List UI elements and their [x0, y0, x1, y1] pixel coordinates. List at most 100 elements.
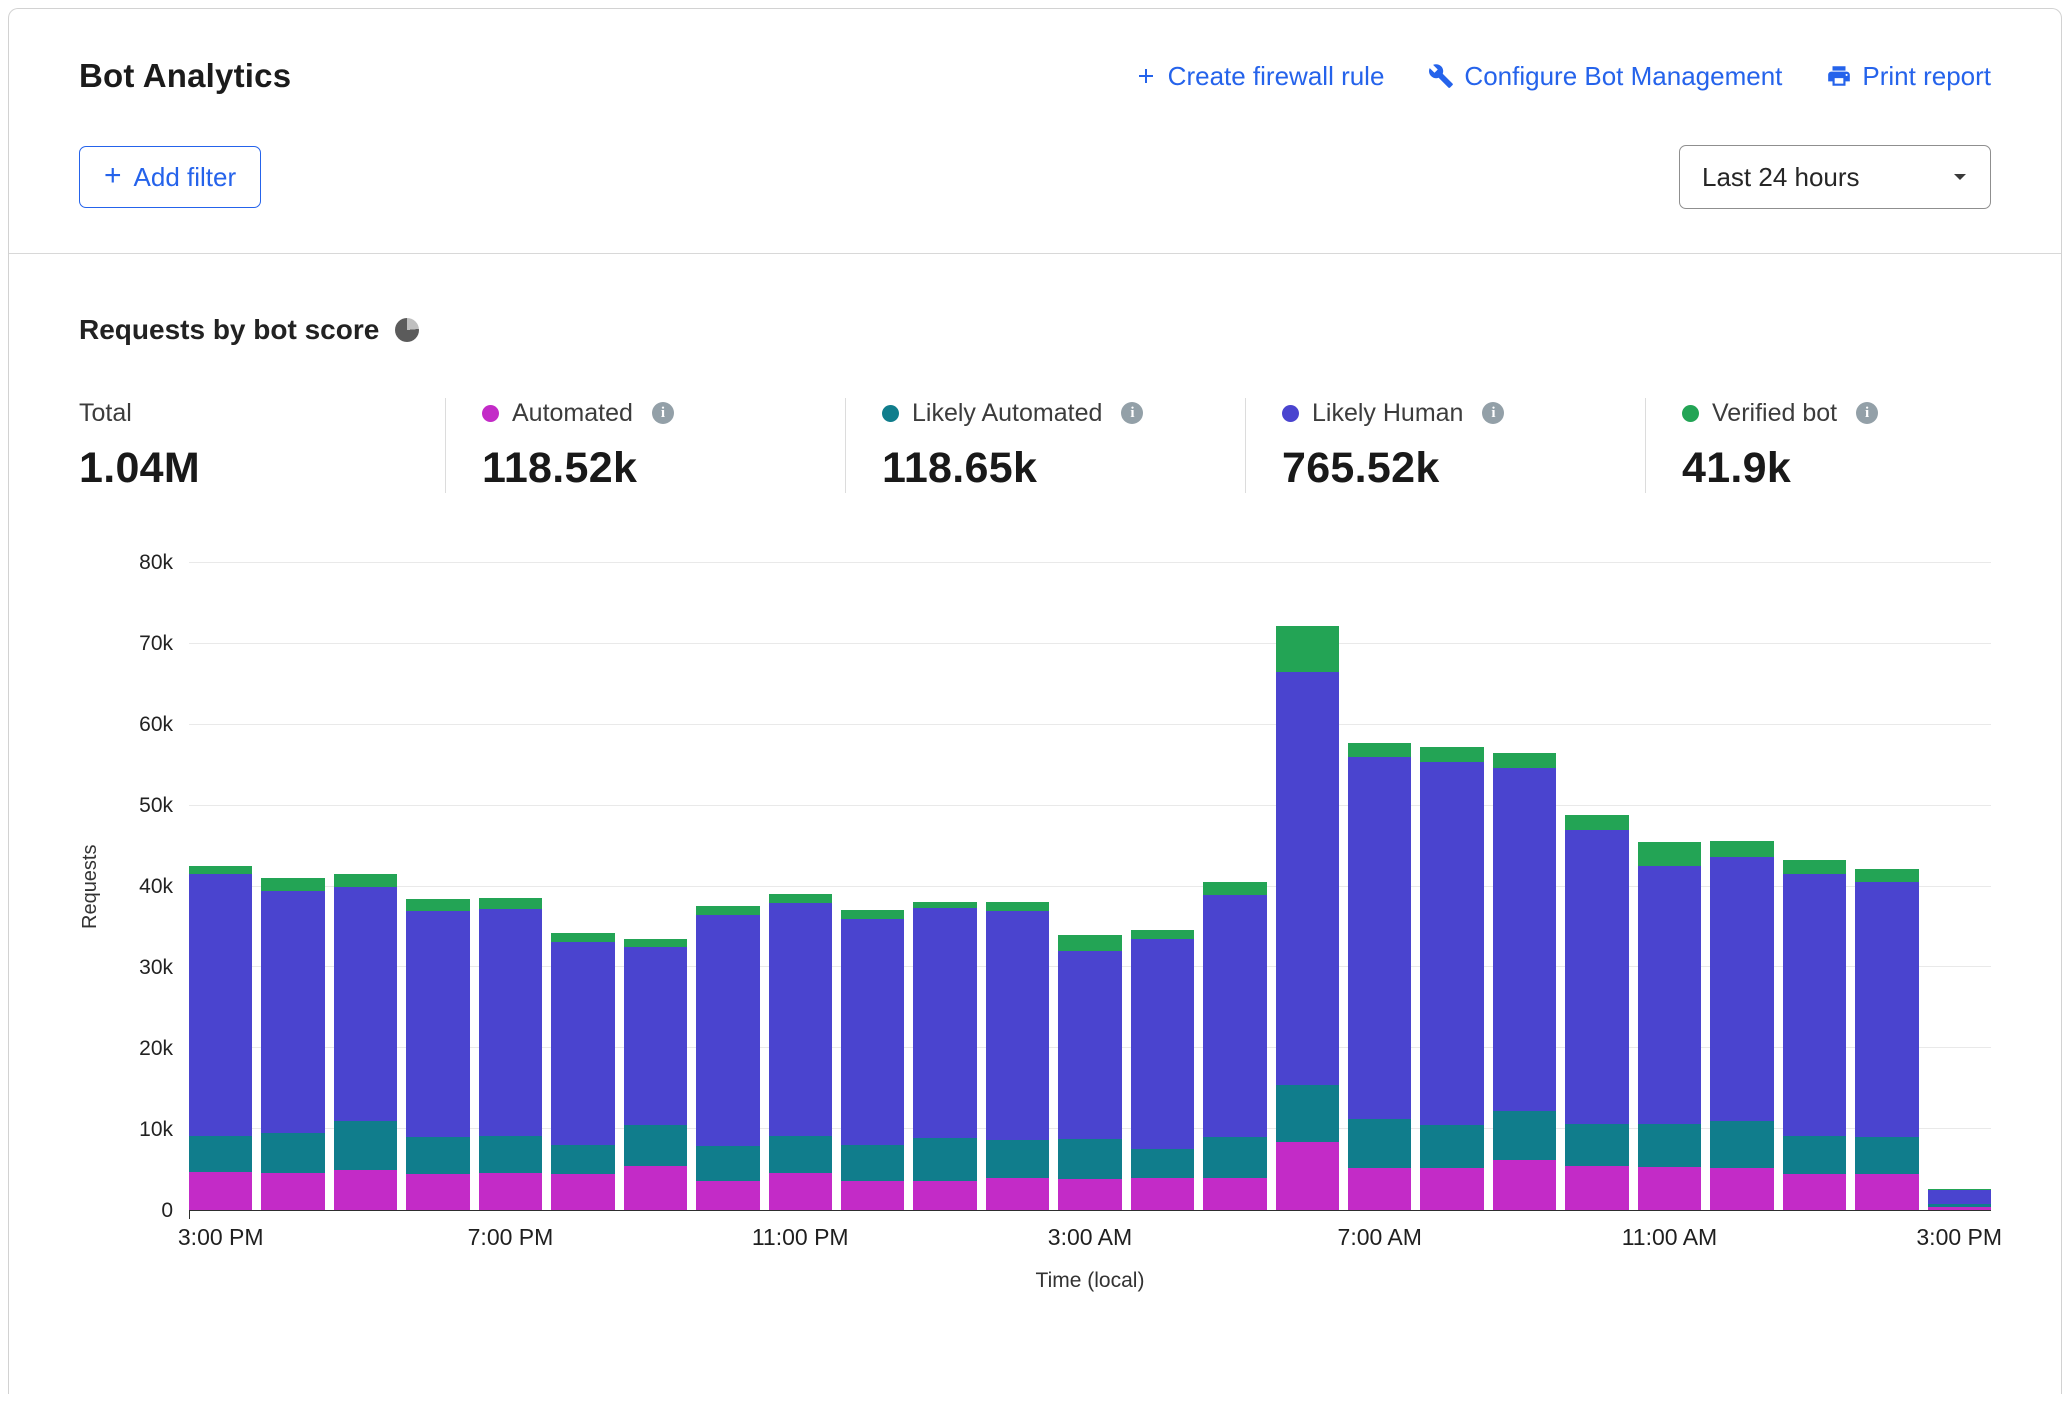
stat-label: Total: [79, 399, 132, 428]
stacked-bar[interactable]: [913, 563, 976, 1210]
bar-segment-likely-automated: [406, 1137, 469, 1174]
x-tick-label: 3:00 AM: [1048, 1224, 1132, 1251]
bar-segment-automated: [1348, 1168, 1411, 1210]
stacked-bar[interactable]: 7:00 PM: [479, 563, 542, 1210]
bar-segment-likely-automated: [1855, 1137, 1918, 1173]
bar-segment-likely-human: [1203, 895, 1266, 1138]
stat-value: 41.9k: [1682, 444, 2025, 493]
bot-analytics-page: Bot Analytics Create firewall rule Confi…: [8, 8, 2062, 1394]
stacked-bar[interactable]: [624, 563, 687, 1210]
bar-segment-likely-automated: [334, 1121, 397, 1170]
stacked-bar[interactable]: [1783, 563, 1846, 1210]
stacked-bar[interactable]: [1203, 563, 1266, 1210]
stat-automated: Automated i 118.52k: [445, 398, 845, 493]
bar-segment-verified-bot: [261, 878, 324, 890]
bar-segment-automated: [1928, 1207, 1991, 1210]
bar-segment-automated: [1276, 1142, 1339, 1210]
bar-segment-likely-automated: [1710, 1121, 1773, 1168]
bar-segment-verified-bot: [1638, 842, 1701, 866]
stacked-bar[interactable]: [1131, 563, 1194, 1210]
bar-segment-likely-human: [1058, 951, 1121, 1139]
bar-segment-likely-automated: [1058, 1139, 1121, 1179]
section-header: Requests by bot score: [79, 314, 1991, 346]
stacked-bar[interactable]: [1420, 563, 1483, 1210]
bar-segment-automated: [1710, 1168, 1773, 1210]
bar-segment-likely-human: [1710, 857, 1773, 1121]
stacked-bar[interactable]: [406, 563, 469, 1210]
bar-segment-likely-human: [913, 908, 976, 1138]
print-report-link[interactable]: Print report: [1826, 61, 1991, 92]
create-firewall-rule-link[interactable]: Create firewall rule: [1134, 61, 1385, 92]
stacked-bar[interactable]: [261, 563, 324, 1210]
bar-segment-verified-bot: [1783, 860, 1846, 875]
bar-segment-likely-human: [1783, 874, 1846, 1135]
y-tick-label: 10k: [139, 1118, 173, 1142]
header: Bot Analytics Create firewall rule Confi…: [9, 9, 2061, 254]
stacked-bar[interactable]: [841, 563, 904, 1210]
likely-automated-dot-icon: [882, 405, 899, 422]
y-tick-label: 70k: [139, 632, 173, 656]
bar-segment-verified-bot: [1058, 935, 1121, 951]
bar-segment-automated: [769, 1173, 832, 1210]
bar-segment-verified-bot: [769, 894, 832, 903]
stacked-bar[interactable]: [1710, 563, 1773, 1210]
stacked-bar[interactable]: 7:00 AM: [1348, 563, 1411, 1210]
info-icon[interactable]: i: [652, 402, 674, 424]
bar-segment-likely-human: [1131, 939, 1194, 1148]
bar-segment-likely-human: [1276, 672, 1339, 1084]
bar-segment-likely-human: [479, 909, 542, 1135]
stacked-bar[interactable]: 3:00 PM: [1928, 563, 1991, 1210]
info-icon[interactable]: i: [1121, 402, 1143, 424]
bar-segment-likely-human: [624, 947, 687, 1125]
bar-segment-verified-bot: [1493, 753, 1556, 768]
stacked-bar[interactable]: 3:00 PM: [189, 563, 252, 1210]
bar-segment-likely-automated: [1203, 1137, 1266, 1177]
bar-segment-automated: [1493, 1160, 1556, 1210]
bar-segment-automated: [406, 1174, 469, 1210]
stacked-bar[interactable]: [1276, 563, 1339, 1210]
bar-segment-verified-bot: [551, 933, 614, 942]
stacked-bar[interactable]: [1855, 563, 1918, 1210]
stacked-bar[interactable]: 11:00 AM: [1638, 563, 1701, 1210]
stat-label: Likely Human: [1312, 399, 1463, 428]
y-tick-label: 50k: [139, 794, 173, 818]
bar-segment-likely-automated: [1276, 1085, 1339, 1142]
stat-value: 1.04M: [79, 444, 425, 493]
add-filter-button[interactable]: + Add filter: [79, 146, 261, 208]
info-icon[interactable]: i: [1856, 402, 1878, 424]
bar-segment-automated: [334, 1170, 397, 1210]
bar-segment-automated: [986, 1178, 1049, 1210]
page-title: Bot Analytics: [79, 57, 291, 95]
bar-segment-likely-human: [1638, 866, 1701, 1124]
stat-value: 765.52k: [1282, 444, 1625, 493]
create-firewall-rule-label: Create firewall rule: [1168, 61, 1385, 92]
time-range-select[interactable]: Last 24 hours: [1679, 145, 1991, 209]
bar-segment-likely-human: [551, 942, 614, 1144]
bar-segment-verified-bot: [334, 874, 397, 887]
x-tick-label: 7:00 AM: [1338, 1224, 1422, 1251]
bar-segment-verified-bot: [1710, 841, 1773, 856]
configure-bot-management-link[interactable]: Configure Bot Management: [1428, 61, 1782, 92]
bar-segment-likely-automated: [913, 1138, 976, 1181]
stacked-bar[interactable]: [334, 563, 397, 1210]
y-tick-label: 40k: [139, 875, 173, 899]
bar-segment-likely-human: [334, 887, 397, 1122]
stacked-bar[interactable]: [1493, 563, 1556, 1210]
info-icon[interactable]: i: [1482, 402, 1504, 424]
bar-segment-verified-bot: [1131, 930, 1194, 939]
stacked-bar[interactable]: [986, 563, 1049, 1210]
stacked-bar[interactable]: 11:00 PM: [769, 563, 832, 1210]
bar-segment-likely-automated: [696, 1146, 759, 1181]
stacked-bar[interactable]: [551, 563, 614, 1210]
bar-segment-automated: [1131, 1178, 1194, 1210]
bar-segment-likely-human: [1565, 830, 1628, 1124]
bar-segment-verified-bot: [1420, 747, 1483, 762]
bar-segment-automated: [551, 1174, 614, 1210]
stacked-bar[interactable]: 3:00 AM: [1058, 563, 1121, 1210]
bar-segment-likely-automated: [1493, 1111, 1556, 1160]
stacked-bar[interactable]: [1565, 563, 1628, 1210]
stacked-bar[interactable]: [696, 563, 759, 1210]
bar-segment-automated: [189, 1172, 252, 1210]
bar-segment-verified-bot: [1855, 869, 1918, 883]
header-actions: Create firewall rule Configure Bot Manag…: [1134, 61, 1991, 92]
